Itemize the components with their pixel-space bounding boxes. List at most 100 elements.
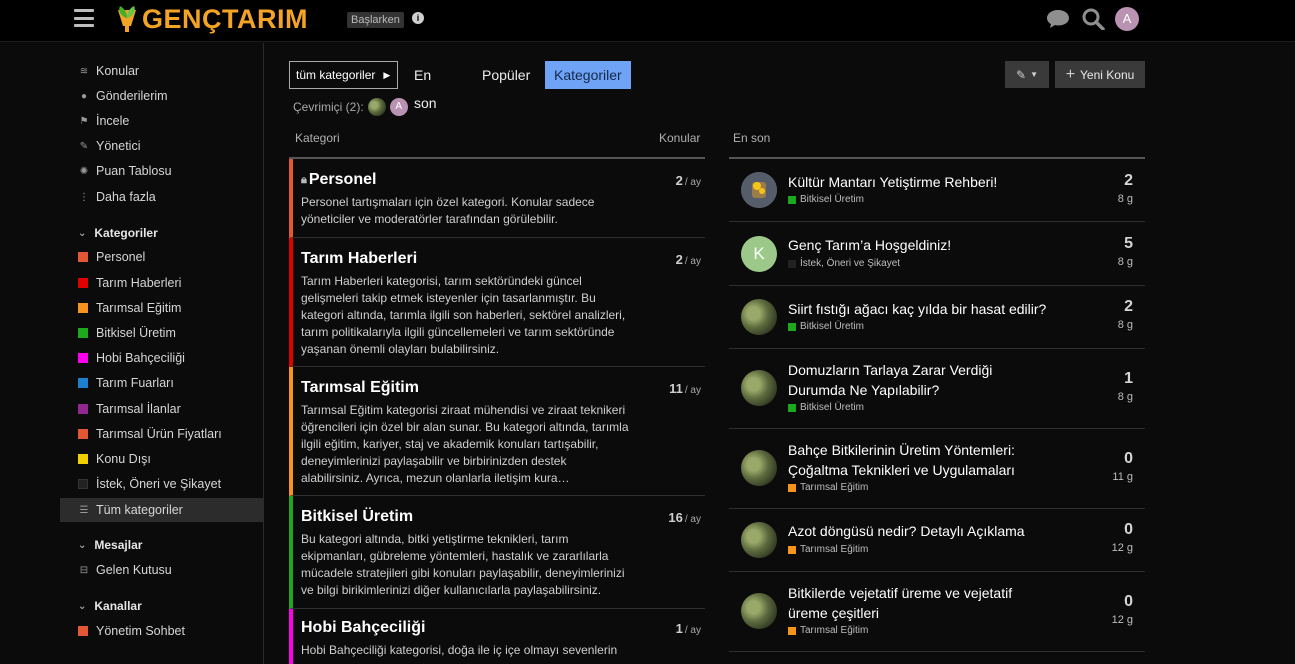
category-title[interactable]: Hobi Bahçeciliği (301, 619, 425, 637)
topic-row[interactable]: K Genç Tarım’a Hoşgeldiniz! İstek, Öneri… (729, 222, 1145, 286)
tab-latest[interactable]: En son (405, 61, 446, 111)
topic-title[interactable]: Siirt fıstığı ağacı kaç yılda bir hasat … (788, 299, 1058, 319)
topic-row[interactable]: Bahçe Bitkilerinin Üretim Yöntemleri: Ço… (729, 429, 1145, 509)
sidebar-section-categories[interactable]: ⌄ Kategoriler (78, 223, 158, 243)
sidebar-item-category[interactable]: Personel (60, 245, 264, 269)
sidebar-item-category[interactable]: Bitkisel Üretim (60, 321, 264, 345)
site-logo[interactable]: GENÇTARIM (114, 2, 308, 36)
category-title[interactable]: Tarımsal Eğitim (301, 379, 419, 397)
avatar[interactable] (741, 370, 777, 406)
menu-icon[interactable] (74, 9, 94, 27)
sidebar-item-inbox[interactable]: ⊟ Gelen Kutusu (60, 558, 264, 582)
topic-row[interactable]: Kültür Mantarı Yetiştirme Rehberi! Bitki… (729, 159, 1145, 222)
category-title[interactable]: Bitkisel Üretim (301, 508, 413, 526)
sidebar-item-category[interactable]: Tarımsal Ürün Fiyatları (60, 422, 264, 446)
count-period: / ay (684, 385, 701, 396)
reply-count[interactable]: 0 (1124, 450, 1133, 468)
sidebar-item-category[interactable]: Tarım Haberleri (60, 271, 264, 295)
topic-category[interactable]: Tarımsal Eğitim (788, 482, 868, 493)
sidebar-section-messages[interactable]: ⌄ Mesajlar (78, 535, 142, 555)
topic-category[interactable]: Tarımsal Eğitim (788, 625, 868, 636)
avatar[interactable]: A (389, 98, 408, 116)
sidebar-item-topics[interactable]: ≋ Konular (60, 59, 264, 83)
avatar[interactable] (367, 98, 386, 116)
category-title[interactable]: Tarım Haberleri (301, 250, 417, 268)
sidebar-section-channels[interactable]: ⌄ Kanallar (78, 596, 142, 616)
category-dropdown[interactable]: tüm kategoriler ▶ (289, 61, 398, 89)
user-avatar[interactable]: A (1115, 7, 1139, 31)
topic-row[interactable]: Siirt fıstığı ağacı kaç yılda bir hasat … (729, 286, 1145, 349)
topic-category[interactable]: İstek, Öneri ve Şikayet (788, 258, 900, 269)
topic-age[interactable]: 12 g (1112, 614, 1133, 626)
topic-title[interactable]: Genç Tarım’a Hoşgeldiniz! (788, 235, 1058, 255)
category-row[interactable]: Hobi Bahçeciliği Hobi Bahçeciliği katego… (289, 609, 705, 664)
sidebar-item-my-posts[interactable]: ● Gönderilerim (60, 84, 264, 108)
topic-category[interactable]: Tarımsal Eğitim (788, 544, 868, 555)
topic-row[interactable]: Azot döngüsü nedir? Detaylı Açıklama Tar… (729, 509, 1145, 572)
sidebar-item-review[interactable]: ⚑ İncele (60, 109, 264, 133)
topic-title[interactable]: Domuzların Tarlaya Zarar Verdiği Durumda… (788, 360, 1008, 400)
reply-count[interactable]: 0 (1124, 593, 1133, 611)
avatar[interactable] (741, 450, 777, 486)
tab-categories[interactable]: Kategoriler (545, 61, 631, 89)
sidebar-item-label: Yönetici (96, 139, 141, 153)
reply-count[interactable]: 1 (1124, 370, 1133, 388)
chat-icon[interactable] (1046, 8, 1070, 30)
avatar[interactable] (741, 593, 777, 629)
category-swatch (78, 454, 88, 464)
category-row[interactable]: Tarımsal Eğitim Tarımsal Eğitim kategori… (289, 367, 705, 496)
sidebar-item-category[interactable]: Hobi Bahçeciliği (60, 346, 264, 370)
avatar[interactable] (741, 522, 777, 558)
sidebar-item-category[interactable]: Tarımsal Eğitim (60, 296, 264, 320)
count-value: 1 (675, 621, 683, 636)
topic-title[interactable]: Bahçe Bitkilerinin Üretim Yöntemleri: Ço… (788, 440, 1028, 480)
topic-row[interactable]: Bitkilerde vejetatif üreme ve vejetatif … (729, 572, 1145, 652)
avatar[interactable] (741, 299, 777, 335)
sidebar-item-more[interactable]: ⋮ Daha fazla (60, 185, 264, 209)
new-topic-button[interactable]: + Yeni Konu (1055, 61, 1145, 88)
topic-category[interactable]: Bitkisel Üretim (788, 402, 864, 413)
reply-count[interactable]: 2 (1124, 172, 1133, 190)
topic-age[interactable]: 8 g (1118, 319, 1133, 331)
search-icon[interactable] (1081, 8, 1105, 30)
info-icon[interactable]: i (412, 12, 424, 24)
channel-swatch (78, 626, 88, 636)
avatar[interactable] (741, 172, 777, 208)
sidebar-item-admin[interactable]: ✎ Yönetici (60, 134, 264, 158)
admin-menu-button[interactable]: ✎ ▼ (1005, 61, 1049, 88)
sidebar-item-category[interactable]: Tarımsal İlanlar (60, 397, 264, 421)
category-row[interactable]: 🔒︎ Personel Personel tartışmaları için ö… (289, 159, 705, 238)
topic-row[interactable]: Domuzların Tarlaya Zarar Verdiği Durumda… (729, 349, 1145, 429)
topic-category[interactable]: Bitkisel Üretim (788, 194, 864, 205)
sidebar-item-category[interactable]: İstek, Öneri ve Şikayet (60, 472, 264, 496)
status-badge[interactable]: Başlarken (347, 12, 404, 28)
sidebar-item-leaderboard[interactable]: ✺ Puan Tablosu (60, 159, 264, 183)
sidebar-item-category[interactable]: Konu Dışı (60, 447, 264, 471)
topic-title[interactable]: Kültür Mantarı Yetiştirme Rehberi! (788, 172, 1058, 192)
category-row[interactable]: Bitkisel Üretim Bu kategori altında, bit… (289, 496, 705, 609)
topic-age[interactable]: 8 g (1118, 391, 1133, 403)
sidebar-item-all-categories[interactable]: ☰ Tüm kategoriler (60, 498, 264, 522)
topic-title[interactable]: Azot döngüsü nedir? Detaylı Açıklama (788, 521, 1058, 541)
category-title[interactable]: 🔒︎ Personel (301, 171, 376, 189)
sidebar-item-category[interactable]: Tarım Fuarları (60, 371, 264, 395)
category-row[interactable]: Tarım Haberleri Tarım Haberleri kategori… (289, 238, 705, 367)
topic-count: 16/ ay (668, 510, 701, 525)
category-description: Tarım Haberleri kategorisi, tarım sektör… (301, 274, 626, 356)
sidebar-item-channel[interactable]: Yönetim Sohbet (60, 619, 264, 643)
topic-age[interactable]: 8 g (1118, 193, 1133, 205)
tab-popular[interactable]: Popüler (473, 61, 539, 89)
reply-count[interactable]: 0 (1124, 521, 1133, 539)
topic-age[interactable]: 8 g (1118, 256, 1133, 268)
topic-category[interactable]: Bitkisel Üretim (788, 321, 864, 332)
topic-age[interactable]: 12 g (1112, 542, 1133, 554)
reply-count[interactable]: 5 (1124, 235, 1133, 253)
reply-count[interactable]: 2 (1124, 298, 1133, 316)
topic-age[interactable]: 11 g (1112, 471, 1133, 483)
topic-category-label: Bitkisel Üretim (800, 321, 864, 332)
lock-icon: 🔒︎ (301, 173, 307, 186)
category-swatch (788, 259, 796, 268)
topic-title[interactable]: Bitkilerde vejetatif üreme ve vejetatif … (788, 583, 1028, 623)
topic-count: 2/ ay (676, 252, 701, 267)
avatar[interactable]: K (741, 236, 777, 272)
